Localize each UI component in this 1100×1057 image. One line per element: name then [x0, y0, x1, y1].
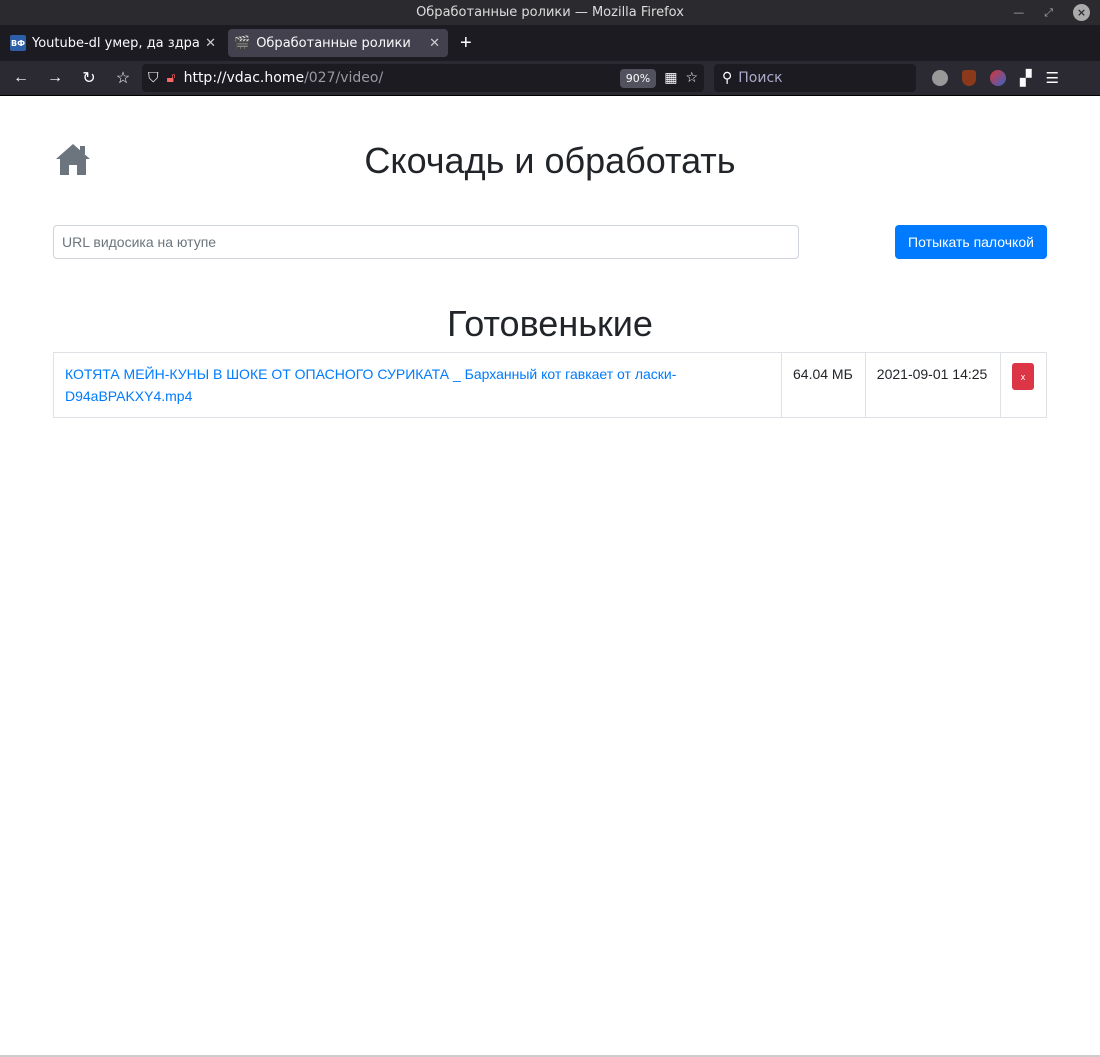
video-date: 2021-09-01 14:25 — [864, 352, 1002, 418]
reload-icon[interactable]: ↻ — [74, 68, 104, 88]
tab-label: Youtube-dl умер, да здравс — [32, 35, 200, 51]
search-box[interactable]: ⚲ Поиск — [714, 64, 916, 92]
extension-icon[interactable] — [932, 70, 948, 86]
tab-favicon: ВФ — [10, 35, 26, 51]
clapperboard-icon: 🎬 — [234, 35, 251, 51]
containers-icon[interactable]: ▦ — [664, 70, 677, 86]
extension-icon[interactable] — [990, 70, 1006, 86]
table-row: КОТЯТА МЕЙН-КУНЫ В ШОКЕ ОТ ОПАСНОГО СУРИ… — [53, 352, 1047, 418]
nav-bar: ← → ↻ ☆ ⛉ 🔓︎ http://vdac.home/027/video/… — [0, 61, 1100, 96]
ublock-icon[interactable] — [962, 70, 976, 86]
url-placeholder: URL видосика на ютупе — [62, 234, 217, 250]
insecure-lock-icon[interactable]: 🔓︎ — [167, 70, 176, 86]
search-placeholder: Поиск — [738, 70, 783, 86]
video-link[interactable]: КОТЯТА МЕЙН-КУНЫ В ШОКЕ ОТ ОПАСНОГО СУРИ… — [65, 366, 676, 404]
back-icon[interactable]: ← — [6, 69, 36, 87]
list-title: Готовенькие — [447, 303, 653, 344]
new-tab-button[interactable]: + — [452, 32, 480, 55]
url-text[interactable]: http://vdac.home/027/video/ — [184, 70, 612, 86]
maximize-icon[interactable]: ⤢ — [1044, 6, 1053, 20]
window-titlebar: Обработанные ролики — Mozilla Firefox — … — [0, 0, 1100, 25]
submit-button[interactable]: Потыкать палочкой — [895, 225, 1047, 259]
star-icon[interactable]: ☆ — [685, 70, 698, 86]
search-icon: ⚲ — [722, 70, 733, 86]
window-title: Обработанные ролики — Mozilla Firefox — [416, 5, 684, 20]
url-host: http://vdac.home — [183, 70, 305, 86]
address-bar[interactable]: ⛉ 🔓︎ http://vdac.home/027/video/ 90% ▦ ☆ — [142, 64, 704, 92]
delete-button[interactable]: x — [1012, 363, 1034, 390]
tab-close-icon[interactable]: ✕ — [429, 36, 440, 51]
url-path: /027/video/ — [304, 70, 384, 86]
tab-label: Обработанные ролики — [256, 35, 411, 51]
shield-icon[interactable]: ⛉ — [148, 70, 159, 86]
extensions-grid-icon[interactable]: ▞ — [1020, 69, 1032, 87]
zoom-level-button[interactable]: 90% — [619, 68, 657, 88]
tab-processed-videos[interactable]: 🎬 Обработанные ролики ✕ — [228, 29, 448, 57]
video-url-input[interactable]: URL видосика на ютупе — [53, 225, 799, 259]
tab-bar: ВФ Youtube-dl умер, да здравс ✕ 🎬 Обрабо… — [0, 25, 1100, 61]
video-size: 64.04 МБ — [781, 352, 866, 418]
close-window-icon[interactable]: × — [1073, 4, 1090, 21]
menu-icon[interactable]: ☰ — [1046, 69, 1059, 87]
minimize-icon[interactable]: — — [1013, 6, 1024, 19]
tab-close-icon[interactable]: ✕ — [205, 36, 216, 51]
page-content: Скочадь и обработать URL видосика на юту… — [0, 96, 1100, 1057]
bookmark-page-icon[interactable]: ☆ — [108, 68, 138, 88]
page-title: Скочадь и обработать — [364, 140, 736, 181]
forward-icon[interactable]: → — [40, 69, 70, 87]
tab-youtube-dl[interactable]: ВФ Youtube-dl умер, да здравс ✕ — [4, 29, 224, 57]
videos-table: КОТЯТА МЕЙН-КУНЫ В ШОКЕ ОТ ОПАСНОГО СУРИ… — [53, 352, 1047, 418]
